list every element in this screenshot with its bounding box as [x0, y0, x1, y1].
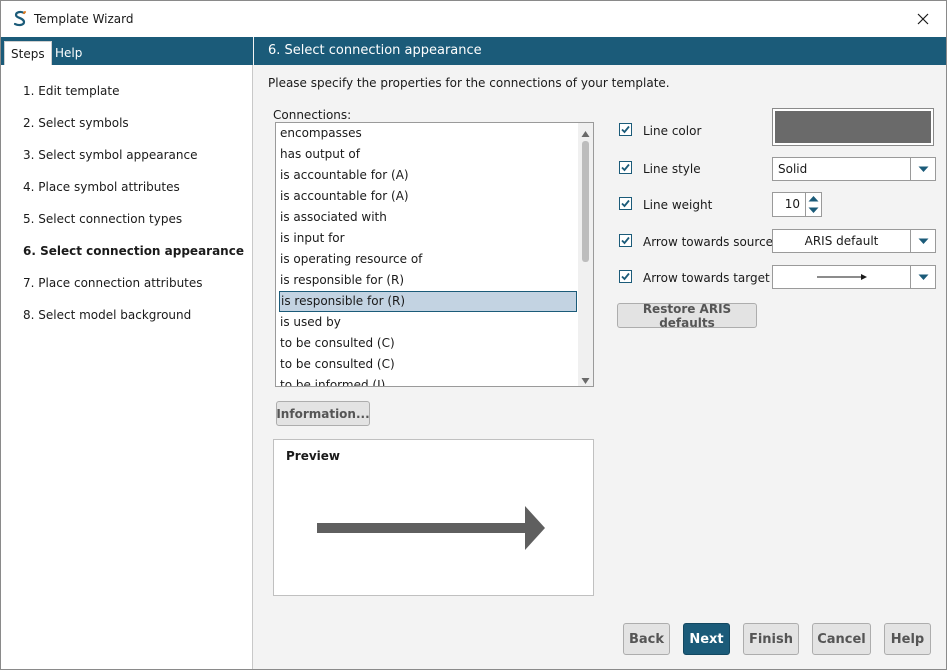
- line-style-select[interactable]: Solid: [772, 157, 936, 181]
- list-item[interactable]: is operating resource of: [279, 249, 422, 270]
- checkmark-icon: [621, 199, 630, 208]
- aris-s-logo-icon: [12, 10, 28, 28]
- scroll-up-icon[interactable]: [581, 127, 590, 137]
- back-button[interactable]: Back: [623, 623, 670, 655]
- arrow-source-checkbox[interactable]: [619, 234, 632, 247]
- line-weight-spin-buttons: [806, 192, 822, 217]
- left-panel: Steps Help 1. Edit template 2. Select sy…: [1, 37, 253, 669]
- list-item[interactable]: is accountable for (A): [279, 186, 409, 207]
- arrow-target-checkbox[interactable]: [619, 270, 632, 283]
- list-item[interactable]: has output of: [279, 144, 360, 165]
- preview-panel: Preview: [273, 439, 594, 596]
- arrow-source-label: Arrow towards source: [643, 235, 774, 249]
- list-item[interactable]: to be consulted (C): [279, 333, 395, 354]
- checkmark-icon: [621, 236, 630, 245]
- list-item[interactable]: to be informed (I): [279, 375, 385, 386]
- left-tab-bar: Steps Help: [1, 37, 253, 65]
- list-item[interactable]: is associated with: [279, 207, 387, 228]
- template-wizard-window: Template Wizard Steps Help 1. Edit templ…: [0, 0, 947, 670]
- step-item-active[interactable]: 6. Select connection appearance: [1, 241, 253, 273]
- checkmark-icon: [621, 125, 630, 134]
- line-weight-checkbox[interactable]: [619, 197, 632, 210]
- line-color-checkbox[interactable]: [619, 123, 632, 136]
- arrow-right-icon: [816, 274, 867, 280]
- cancel-button[interactable]: Cancel: [812, 623, 871, 655]
- connections-label: Connections:: [273, 108, 352, 122]
- step-item[interactable]: 5. Select connection types: [1, 209, 253, 241]
- next-button[interactable]: Next: [683, 623, 730, 655]
- preview-arrow-icon: [317, 506, 545, 550]
- main-panel: Please specify the properties for the co…: [254, 65, 946, 669]
- line-color-swatch[interactable]: [772, 108, 934, 146]
- scroll-down-icon[interactable]: [581, 374, 590, 384]
- connections-scrollbar[interactable]: [578, 123, 593, 386]
- list-item[interactable]: to be consulted (C): [279, 354, 395, 375]
- line-style-label: Line style: [643, 162, 701, 176]
- line-weight-spinner[interactable]: 10: [772, 192, 823, 217]
- close-icon: [917, 13, 929, 25]
- list-item[interactable]: is accountable for (A): [279, 165, 409, 186]
- checkmark-icon: [621, 272, 630, 281]
- steps-list: 1. Edit template 2. Select symbols 3. Se…: [1, 81, 253, 337]
- step-item[interactable]: 7. Place connection attributes: [1, 273, 253, 305]
- chevron-down-icon[interactable]: [910, 158, 935, 180]
- step-item[interactable]: 1. Edit template: [1, 81, 253, 113]
- line-style-checkbox[interactable]: [619, 161, 632, 174]
- arrow-source-value: ARIS default: [804, 234, 879, 248]
- list-item[interactable]: is used by: [279, 312, 341, 333]
- step-item[interactable]: 4. Place symbol attributes: [1, 177, 253, 209]
- step-item[interactable]: 3. Select symbol appearance: [1, 145, 253, 177]
- line-color-fill: [775, 111, 931, 143]
- arrow-target-value: [773, 266, 910, 288]
- arrow-source-select[interactable]: ARIS default: [772, 229, 936, 253]
- restore-defaults-button[interactable]: Restore ARIS defaults: [617, 302, 757, 330]
- line-color-label: Line color: [643, 124, 702, 138]
- checkmark-icon: [621, 163, 630, 172]
- information-button[interactable]: Information...: [276, 401, 370, 426]
- line-weight-input[interactable]: 10: [772, 192, 806, 217]
- list-item[interactable]: is responsible for (R): [279, 270, 404, 291]
- finish-button[interactable]: Finish: [743, 623, 799, 655]
- spin-up-icon[interactable]: [808, 193, 819, 204]
- title-bar: Template Wizard: [1, 1, 946, 37]
- line-weight-label: Line weight: [643, 198, 713, 212]
- chevron-down-icon[interactable]: [910, 266, 935, 288]
- instruction-text: Please specify the properties for the co…: [268, 76, 670, 90]
- tab-steps[interactable]: Steps: [4, 41, 52, 65]
- connections-list[interactable]: encompasses has output of is accountable…: [275, 122, 594, 387]
- close-button[interactable]: [900, 1, 946, 37]
- page-title: 6. Select connection appearance: [254, 37, 946, 65]
- scroll-thumb[interactable]: [582, 141, 589, 262]
- help-button[interactable]: Help: [884, 623, 931, 655]
- list-item[interactable]: encompasses: [279, 123, 362, 144]
- list-item-selected[interactable]: is responsible for (R): [279, 291, 577, 312]
- spin-down-icon[interactable]: [808, 205, 819, 216]
- arrow-target-select[interactable]: [772, 265, 936, 289]
- arrow-target-label: Arrow towards target: [643, 271, 770, 285]
- step-item[interactable]: 8. Select model background: [1, 305, 253, 337]
- list-item[interactable]: is input for: [279, 228, 345, 249]
- chevron-down-icon[interactable]: [910, 230, 935, 252]
- window-title: Template Wizard: [34, 12, 134, 26]
- tab-help[interactable]: Help: [49, 41, 88, 65]
- preview-title: Preview: [286, 449, 341, 463]
- step-item[interactable]: 2. Select symbols: [1, 113, 253, 145]
- line-style-value: Solid: [778, 162, 808, 176]
